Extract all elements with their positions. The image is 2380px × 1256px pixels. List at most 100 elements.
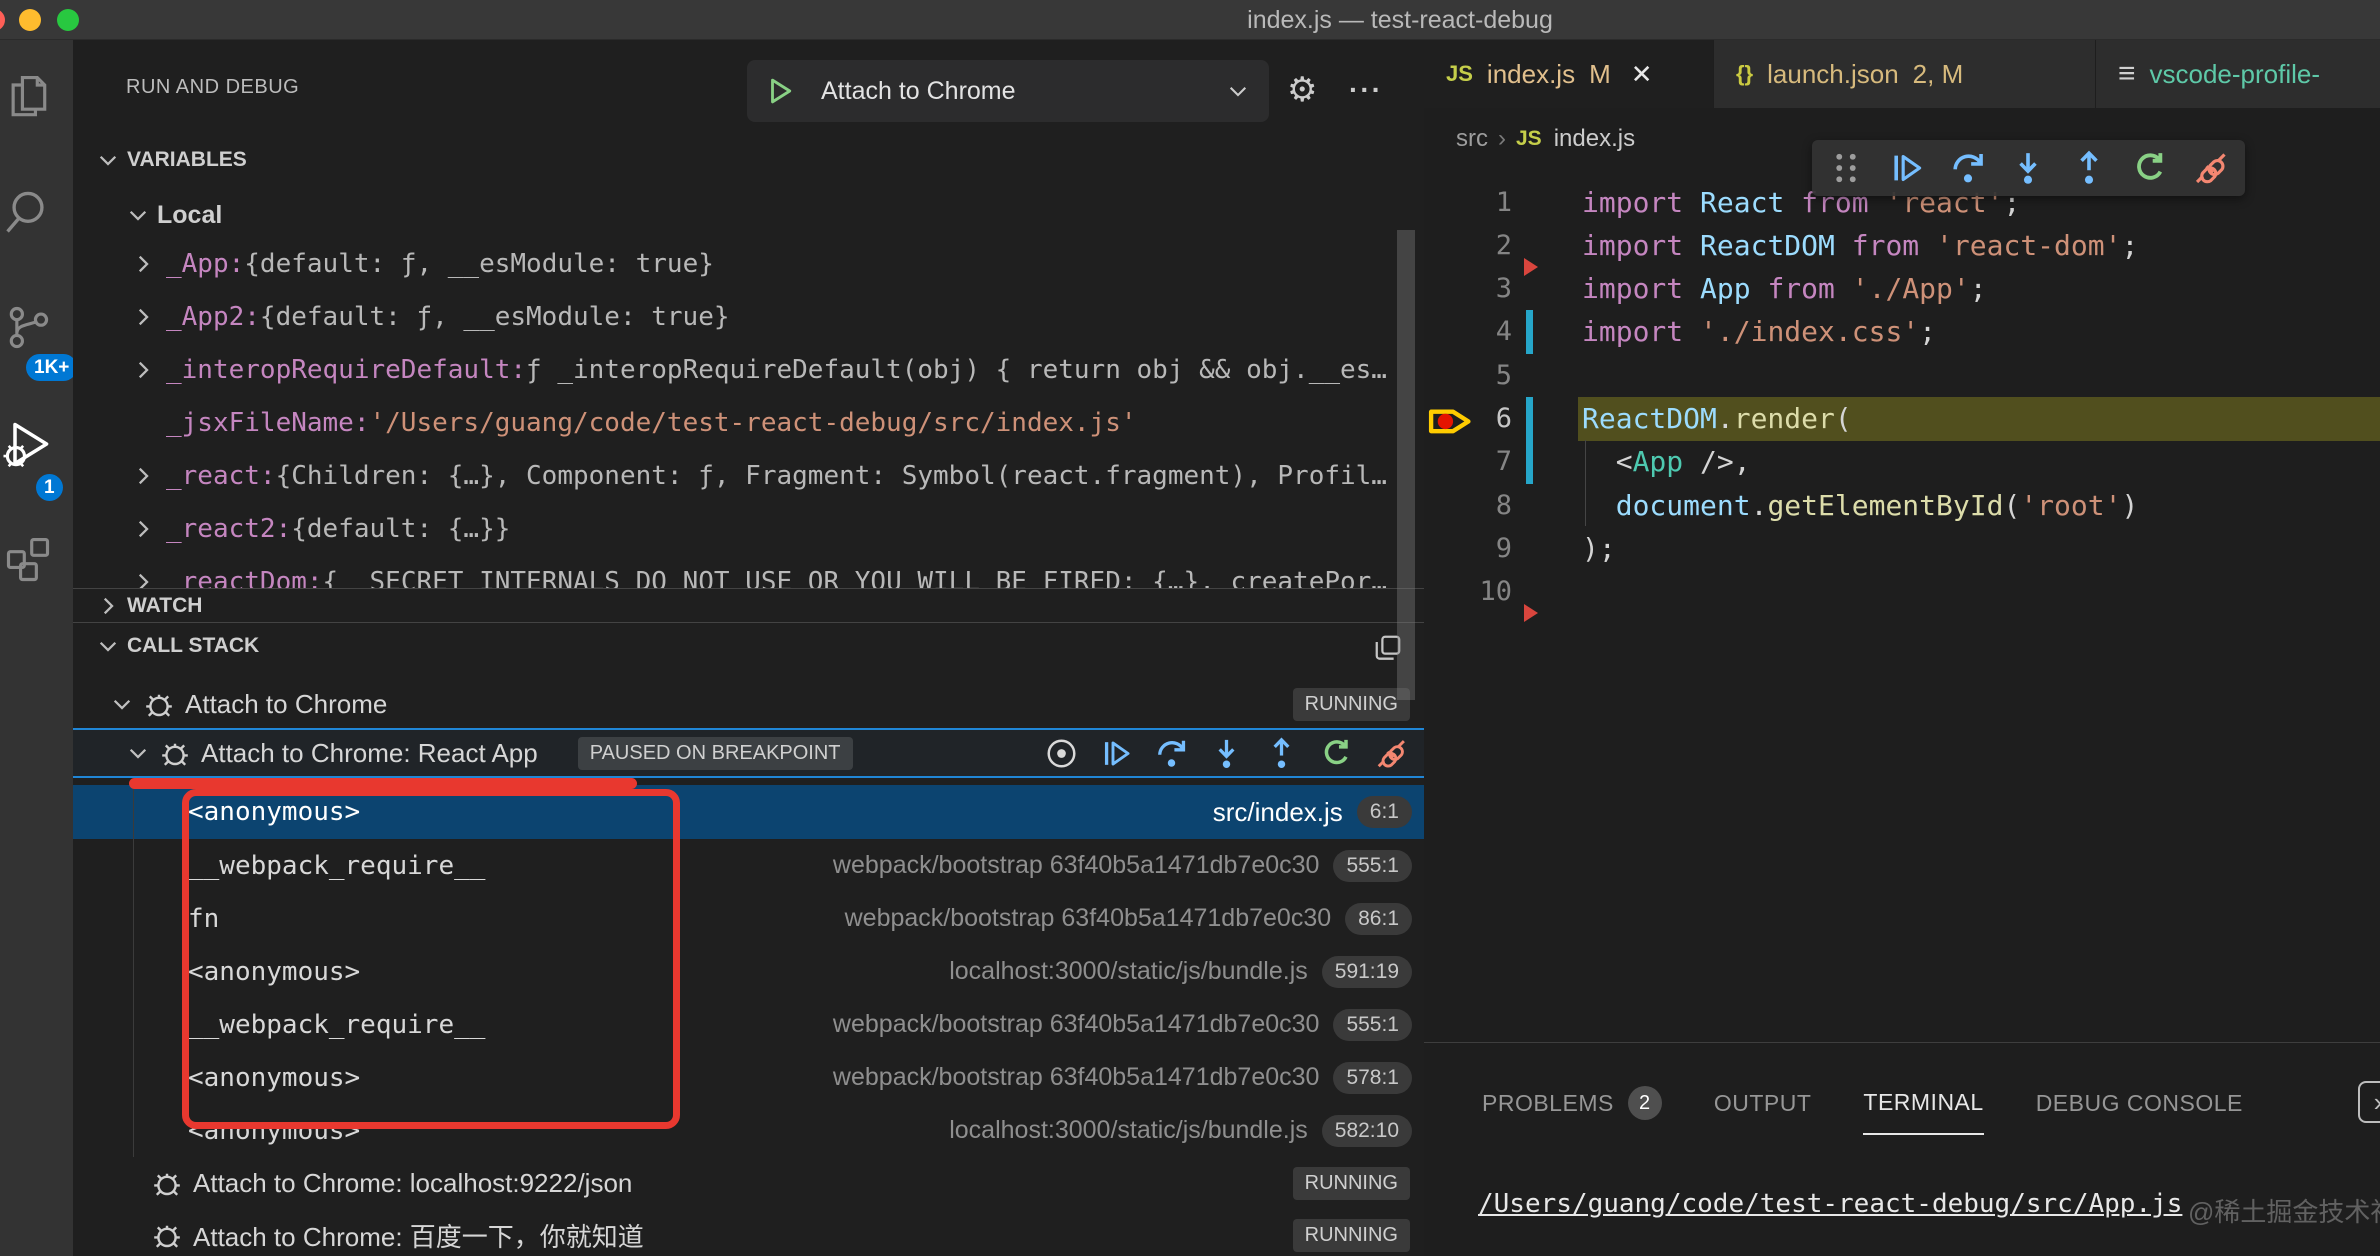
session-label: Attach to Chrome: localhost:9222/json [193,1168,632,1199]
step-into-icon[interactable] [1210,737,1243,770]
chevron-down-icon[interactable] [125,740,151,766]
close-icon[interactable]: ✕ [1631,59,1653,90]
variable-row[interactable]: _react2: {default: {…}} [73,502,1424,555]
variable-row[interactable]: _App2: {default: ƒ, __esModule: true} [73,290,1424,343]
variable-value: {default: ƒ, __esModule: true} [260,302,730,332]
variables-list: _App: {default: ƒ, __esModule: true} _Ap… [73,237,1424,588]
traffic-light-minimize[interactable] [19,9,41,31]
code-line-8[interactable]: 8 document.getElementById('root') [1424,483,2380,527]
chevron-down-icon[interactable] [125,202,151,228]
step-out-icon[interactable] [1265,737,1298,770]
chevron-right-icon[interactable] [130,304,156,330]
panel-tab-label: TERMINAL [1863,1089,1983,1116]
tab-label: index.js [1487,59,1575,90]
step-into-icon[interactable] [2010,150,2046,186]
activity-item-source-control[interactable]: 1K+ [0,292,64,364]
traffic-light-zoom[interactable] [57,9,79,31]
activity-item-explorer[interactable] [0,62,64,134]
start-debug-icon[interactable] [765,76,795,106]
watch-section-title: WATCH [127,594,202,618]
variable-row[interactable]: _jsxFileName: '/Users/guang/code/test-re… [73,396,1424,449]
panel-action-icon[interactable]: › [2358,1081,2380,1123]
code-line-3[interactable]: 3 import App from './App'; [1424,267,2380,311]
watch-section-header[interactable]: WATCH [95,589,202,622]
variable-name: _reactDom: [166,567,323,589]
panel-tab-output[interactable]: OUTPUT [1714,1071,1812,1135]
activity-item-search[interactable] [0,176,64,248]
files-icon [2,72,54,124]
file-type-icon: {} [1736,61,1753,87]
panel-tab-label: DEBUG CONSOLE [2036,1090,2243,1117]
chevron-down-icon[interactable] [95,633,121,659]
git-modified-gutter [1526,310,1533,354]
bug-icon [143,688,175,720]
disconnect-icon[interactable] [1375,737,1408,770]
restart-icon[interactable] [2132,150,2168,186]
file-type-icon: JS [1446,61,1473,87]
variable-row[interactable]: _reactDom: {__SECRET_INTERNALS_DO_NOT_US… [73,555,1424,588]
terminal-file-link[interactable]: /Users/guang/code/test-react-debug/src/A… [1478,1189,2182,1219]
code-line-7[interactable]: 7 <App />, [1424,440,2380,484]
debug-session-row-paused[interactable]: Attach to Chrome: React App PAUSED ON BR… [73,728,1424,778]
frame-source: localhost:3000/static/js/bundle.js [949,1116,1308,1145]
step-out-icon[interactable] [2071,150,2107,186]
chevron-right-icon[interactable] [130,569,156,589]
breadcrumb-folder[interactable]: src [1456,125,1488,153]
git-deleted-gutter-icon[interactable] [1524,258,1538,276]
git-deleted-gutter-icon[interactable] [1524,604,1538,622]
title-bar: index.js — test-react-debug [0,0,2380,40]
chevron-right-icon[interactable] [130,357,156,383]
chevron-right-icon[interactable] [95,593,121,619]
editor-tab-index.js[interactable]: JS index.js M ✕ [1424,40,1714,108]
code-line-10[interactable]: 10 [1424,570,2380,614]
debug-session-row[interactable]: Attach to Chrome: 百度一下，你就知道 RUNNING [73,1209,1424,1256]
code-line-2[interactable]: 2 import ReactDOM from 'react-dom'; [1424,223,2380,267]
traffic-light-close[interactable] [0,9,5,31]
code-line-6[interactable]: 6 ReactDOM.render( [1424,397,2380,441]
variable-row[interactable]: _App: {default: ƒ, __esModule: true} [73,237,1424,290]
chevron-right-icon[interactable] [130,251,156,277]
breakpoint-activity-icon[interactable] [1045,737,1078,770]
code-line-4[interactable]: 4 import './index.css'; [1424,310,2380,354]
code-text: import App from './App'; [1582,272,1987,305]
chevron-down-icon[interactable] [109,691,135,717]
chevron-right-icon[interactable] [130,516,156,542]
restart-icon[interactable] [1320,737,1353,770]
sidebar-scrollbar[interactable] [1397,230,1415,700]
variable-row[interactable]: _interopRequireDefault: ƒ _interopRequir… [73,343,1424,396]
editor-tab-vscodeprofile[interactable]: ≡ vscode-profile- [2096,40,2380,108]
debug-session-row[interactable]: Attach to Chrome: localhost:9222/json RU… [73,1157,1424,1209]
step-over-icon[interactable] [1950,150,1986,186]
problems-count-badge: 2 [1628,1086,1662,1120]
scope-local[interactable]: Local [125,192,222,238]
frame-location-badge: 86:1 [1345,903,1412,935]
editor-tab-launch.json[interactable]: {} launch.json 2, M [1714,40,2096,108]
activity-item-extensions[interactable] [0,524,64,596]
frame-source: webpack/bootstrap 63f40b5a1471db7e0c30 [833,1010,1320,1039]
code-line-9[interactable]: 9 ); [1424,526,2380,570]
variable-row[interactable]: _react: {Children: {…}, Component: ƒ, Fr… [73,449,1424,502]
continue-icon[interactable] [1100,737,1133,770]
variables-section-header[interactable]: VARIABLES [95,138,247,182]
variables-section-title: VARIABLES [127,148,247,172]
debug-session-row[interactable]: Attach to Chrome RUNNING [73,680,1424,728]
gear-icon[interactable]: ⚙ [1287,70,1317,110]
code-line-5[interactable]: 5 [1424,353,2380,397]
variable-value: {default: ƒ, __esModule: true} [244,249,714,279]
panel-tab-debug-console[interactable]: DEBUG CONSOLE [2036,1071,2243,1135]
watermark: @稀土掘金技术社区 [2188,1192,2380,1229]
breadcrumb-file[interactable]: index.js [1554,125,1635,153]
disconnect-icon[interactable] [2193,150,2229,186]
launch-config-dropdown[interactable]: Attach to Chrome [747,60,1269,122]
more-actions-icon[interactable]: ··· [1349,70,1383,110]
activity-item-run-and-debug[interactable]: 1 [0,408,64,480]
call-stack-section-header[interactable]: CALL STACK [95,623,259,669]
variable-value: {__SECRET_INTERNALS_DO_NOT_USE_OR_YOU_WI… [323,567,1387,589]
panel-tab-terminal[interactable]: TERMINAL [1863,1071,1983,1135]
continue-icon[interactable] [1889,150,1925,186]
chevron-down-icon[interactable] [95,147,121,173]
panel-tab-problems[interactable]: PROBLEMS 2 [1482,1071,1662,1135]
step-over-icon[interactable] [1155,737,1188,770]
chevron-right-icon[interactable] [130,463,156,489]
chevron-down-icon[interactable] [1225,78,1251,104]
